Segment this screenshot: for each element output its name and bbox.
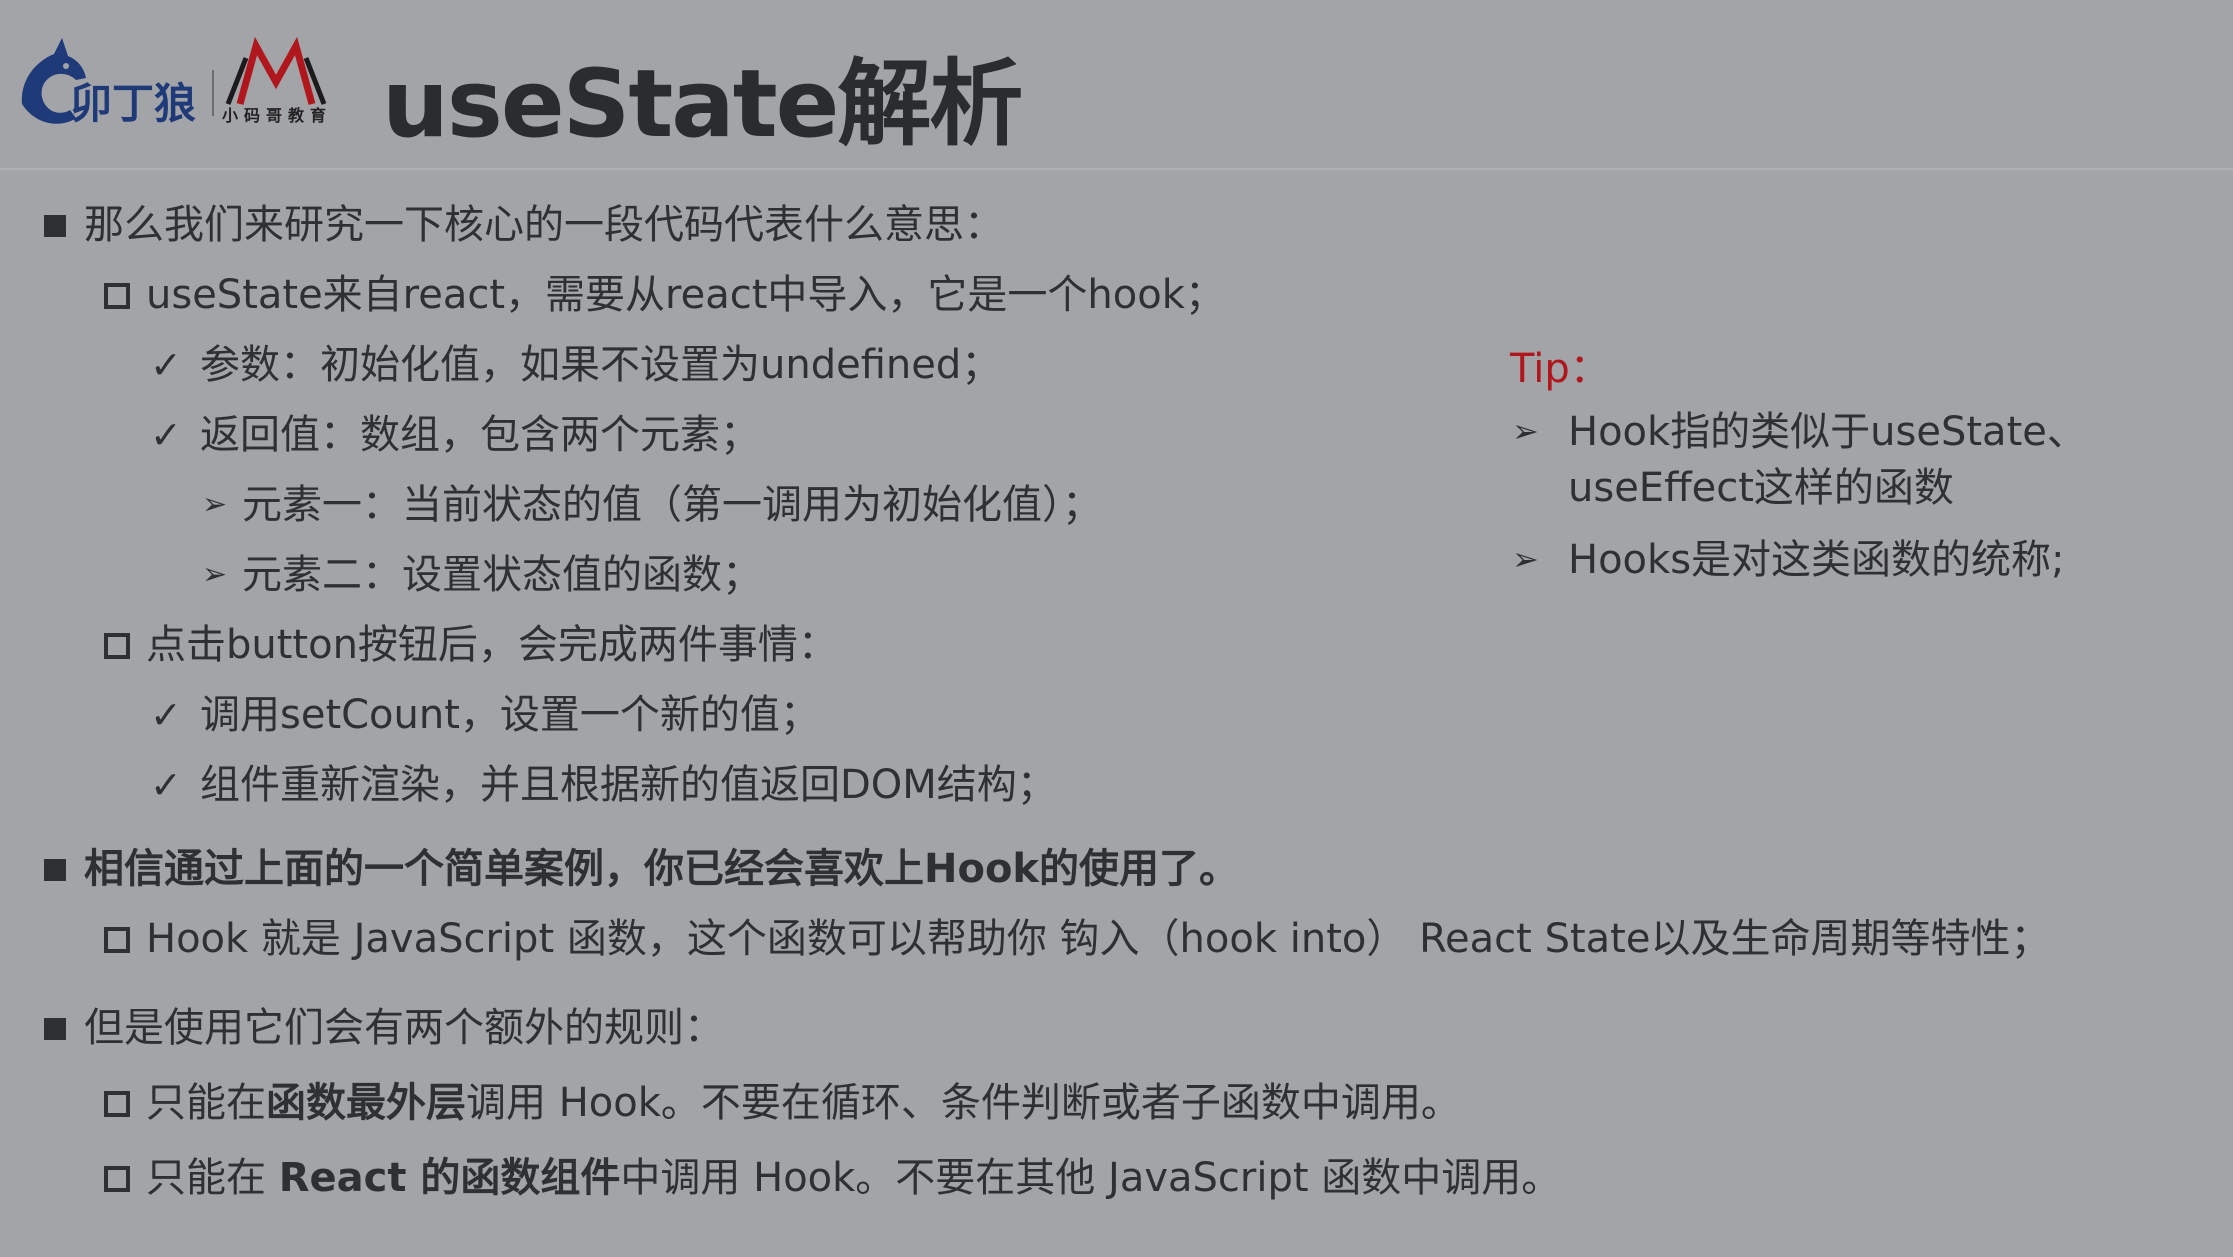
item-text: 只能在函数最外层调用 Hook。不要在循环、条件判断或者子函数中调用。 bbox=[146, 1078, 1461, 1128]
square-bullet-icon bbox=[44, 1018, 66, 1040]
logo-caption: 小码哥教育 bbox=[222, 106, 333, 125]
arrow-bullet-icon: ➢ bbox=[202, 487, 228, 522]
text-emphasis: React 的函数组件 bbox=[278, 1155, 621, 1201]
text-plain: 只能在 bbox=[146, 1155, 279, 1201]
square-bullet-icon bbox=[44, 215, 66, 237]
arrow-bullet-icon: ➢ bbox=[202, 557, 228, 592]
item-text: 组件重新渲染，并且根据新的值返回DOM结构； bbox=[200, 762, 1057, 808]
item-text: 相信通过上面的一个简单案例，你已经会喜欢上Hook的使用了。 bbox=[84, 846, 1240, 892]
item-text: Hook 就是 JavaScript 函数，这个函数可以帮助你 钩入（hook … bbox=[146, 916, 2051, 962]
tip-title: Tip： bbox=[1510, 346, 1610, 392]
check-icon: ✓ bbox=[150, 413, 182, 457]
item-text: 返回值：数组，包含两个元素； bbox=[200, 412, 760, 458]
hollow-square-bullet-icon bbox=[104, 633, 130, 659]
item-text: 点击button按钮后，会完成两件事情： bbox=[146, 622, 838, 668]
text-emphasis: 函数最外层 bbox=[266, 1080, 466, 1126]
hollow-square-bullet-icon bbox=[104, 283, 130, 309]
page-title: useState解析 bbox=[382, 50, 1023, 159]
item-text: 参数：初始化值，如果不设置为undefined； bbox=[200, 342, 1002, 388]
arrow-bullet-icon: ➢ bbox=[1512, 412, 1539, 450]
check-icon: ✓ bbox=[150, 343, 182, 387]
slide-header: 卯丁狼 小码哥教育 useState解析 bbox=[0, 0, 2233, 168]
item-text: 元素二：设置状态值的函数； bbox=[242, 552, 762, 598]
item-text: 只能在 React 的函数组件中调用 Hook。不要在其他 JavaScript… bbox=[146, 1153, 1561, 1203]
text-plain: 中调用 Hook。不要在其他 JavaScript 函数中调用。 bbox=[620, 1155, 1562, 1201]
text-plain: 调用 Hook。不要在循环、条件判断或者子函数中调用。 bbox=[466, 1080, 1461, 1126]
square-bullet-icon bbox=[44, 859, 66, 881]
item-text: 那么我们来研究一下核心的一段代码代表什么意思： bbox=[84, 202, 1004, 248]
header-divider bbox=[0, 168, 2233, 170]
hollow-square-bullet-icon bbox=[104, 1091, 130, 1117]
item-text: 但是使用它们会有两个额外的规则： bbox=[84, 1005, 724, 1051]
text-plain: 只能在 bbox=[146, 1080, 266, 1126]
logo-separator bbox=[212, 70, 214, 116]
tip-text: Hooks是对这类函数的统称; bbox=[1568, 537, 2065, 583]
item-text: 调用setCount，设置一个新的值； bbox=[200, 692, 820, 738]
hollow-square-bullet-icon bbox=[104, 927, 130, 953]
wolf-logo: 卯丁狼 bbox=[21, 38, 196, 128]
svg-text:卯丁狼: 卯丁狼 bbox=[70, 79, 196, 128]
check-icon: ✓ bbox=[150, 693, 182, 737]
item-text: useState来自react，需要从react中导入，它是一个hook； bbox=[146, 272, 1225, 318]
arrow-bullet-icon: ➢ bbox=[1512, 540, 1539, 578]
hollow-square-bullet-icon bbox=[104, 1166, 130, 1192]
item-text: 元素一：当前状态的值（第一调用为初始化值）； bbox=[242, 482, 1102, 528]
tip-text: Hook指的类似于useState、useEffect这样的函数 bbox=[1568, 409, 2087, 511]
check-icon: ✓ bbox=[150, 763, 182, 807]
